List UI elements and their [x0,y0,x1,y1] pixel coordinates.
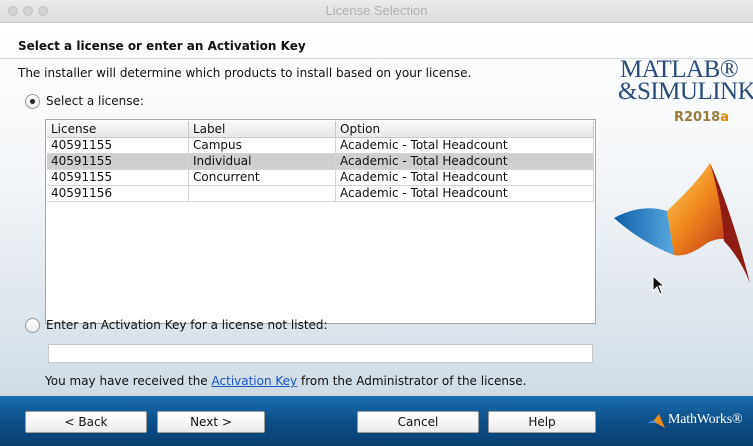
option-cell: Academic - Total Headcount [336,186,594,201]
page-heading: Select a license or enter an Activation … [18,39,306,53]
note-prefix: You may have received the [45,374,212,388]
label-cell: Concurrent [189,170,336,185]
help-button[interactable]: Help [488,411,596,433]
column-header-license[interactable]: License [47,121,189,137]
mouse-cursor-icon [652,275,666,295]
back-button[interactable]: < Back [25,411,147,433]
option-cell: Academic - Total Headcount [336,154,594,169]
option-cell: Academic - Total Headcount [336,138,594,153]
radio-selected-dot [30,99,35,104]
button-bar: < Back Next > Cancel Help MathWorks® [0,396,753,446]
note-suffix: from the Administrator of the license. [297,374,527,388]
table-row[interactable]: 40591155 Campus Academic - Total Headcou… [47,138,594,154]
window-title: License Selection [325,3,428,18]
table-row[interactable]: 40591155 Concurrent Academic - Total Hea… [47,170,594,186]
page-description: The installer will determine which produ… [18,66,472,80]
select-license-label[interactable]: Select a license: [46,94,144,108]
activation-key-radio[interactable] [25,318,40,333]
activation-key-input[interactable] [48,344,593,363]
table-row-selected[interactable]: 40591155 Individual Academic - Total Hea… [47,154,594,170]
title-bar: License Selection [0,0,753,23]
release-suffix: a [720,110,729,125]
table-row[interactable]: 40591156 Academic - Total Headcount [47,186,594,202]
simulink-wordmark: &SIMULINK® [618,78,753,105]
activation-note: You may have received the Activation Key… [45,374,526,388]
release-label: R2018a [674,110,729,125]
license-cell: 40591155 [47,170,189,185]
license-selection-window: License Selection Select a license or en… [0,0,753,446]
release-prefix: R2018 [674,110,721,125]
mathworks-wordmark: MathWorks® [668,412,743,427]
activation-key-link[interactable]: Activation Key [212,374,298,388]
option-cell: Academic - Total Headcount [336,170,594,185]
license-table: License Label Option 40591155 Campus Aca… [45,119,596,324]
select-license-radio[interactable] [25,94,40,109]
label-cell: Individual [189,154,336,169]
column-header-label[interactable]: Label [189,121,336,137]
mathworks-logo-icon [647,414,665,428]
matlab-membrane-logo-icon [614,163,750,283]
label-cell [189,186,336,201]
license-cell: 40591155 [47,138,189,153]
next-button[interactable]: Next > [157,411,265,433]
content-area: Select a license or enter an Activation … [0,23,753,396]
column-header-option[interactable]: Option [336,121,594,137]
activation-key-label[interactable]: Enter an Activation Key for a license no… [46,318,328,332]
cancel-button[interactable]: Cancel [357,411,479,433]
label-cell: Campus [189,138,336,153]
license-cell: 40591155 [47,154,189,169]
license-cell: 40591156 [47,186,189,201]
table-header: License Label Option [47,121,594,138]
